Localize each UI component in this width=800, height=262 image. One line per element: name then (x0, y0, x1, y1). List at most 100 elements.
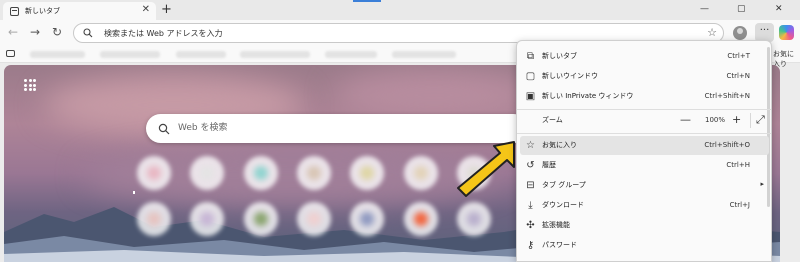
favorite-item[interactable] (240, 51, 310, 58)
menu-item-label: パスワード (542, 241, 577, 249)
quick-link-tile[interactable] (137, 202, 171, 236)
background-cloud (334, 70, 534, 120)
new-tab-icon: ⧉ (526, 51, 535, 62)
menu-item-extensions[interactable]: ✣ 拡張機能 (520, 216, 769, 235)
key-icon: ⚷ (526, 240, 535, 251)
new-window-icon: ▢ (525, 71, 536, 82)
menu-item-label: 履歴 (542, 161, 556, 169)
favorite-item[interactable] (100, 51, 160, 58)
new-tab-plus-icon[interactable]: + (161, 2, 172, 17)
title-bar: 新しいタブ ✕ + — ▢ ✕ (0, 0, 800, 20)
tab-title: 新しいタブ (25, 7, 60, 15)
copilot-icon[interactable] (779, 25, 794, 40)
quick-link-tile[interactable] (190, 156, 224, 190)
history-icon: ↺ (526, 160, 535, 171)
zoom-value: 100% (705, 116, 726, 124)
menu-item-downloads[interactable]: ⤓ ダウンロード Ctrl+J (520, 196, 769, 215)
quick-link-tile[interactable] (190, 202, 224, 236)
search-placeholder: Web を検索 (178, 123, 228, 133)
quick-link-favicon (200, 212, 214, 226)
favorite-item[interactable] (30, 51, 85, 58)
favorite-item[interactable] (392, 51, 456, 58)
restore-button[interactable]: ▢ (737, 3, 746, 15)
menu-item-history[interactable]: ↺ 履歴 Ctrl+H (520, 156, 769, 175)
submenu-chevron-icon: ▸ (760, 180, 764, 188)
menu-item-new-window[interactable]: ▢ 新しいウインドウ Ctrl+N (520, 67, 769, 86)
menu-item-tab-groups[interactable]: ⊟ タブ グループ ▸ (520, 176, 769, 195)
favorite-item[interactable] (176, 51, 226, 58)
quick-link-tile[interactable] (350, 202, 384, 236)
menu-item-label: 新しいウインドウ (542, 72, 598, 80)
quick-link-tile[interactable] (350, 156, 384, 190)
menu-item-label: 新しい InPrivate ウィンドウ (542, 92, 634, 100)
close-tab-icon[interactable]: ✕ (142, 4, 150, 16)
quick-link-tile[interactable] (244, 156, 278, 190)
menu-item-new-inprivate-window[interactable]: ▣ 新しい InPrivate ウィンドウ Ctrl+Shift+N (520, 87, 769, 106)
quick-link-favicon (147, 212, 161, 226)
quick-link-favicon (360, 166, 374, 180)
quick-link-tile[interactable] (137, 156, 171, 190)
inprivate-icon: ▣ (525, 91, 536, 102)
menu-item-label: 拡張機能 (542, 221, 570, 229)
menu-item-shortcut: Ctrl+H (726, 161, 750, 169)
quick-link-favicon (307, 166, 321, 180)
quick-link-tile[interactable] (297, 202, 331, 236)
add-favorite-star-icon[interactable]: ☆ (707, 26, 717, 40)
refresh-icon[interactable]: ↻ (52, 25, 62, 39)
quick-link-favicon (147, 166, 161, 180)
tab-new-tab[interactable]: 新しいタブ ✕ (3, 2, 156, 20)
tab-groups-icon: ⊟ (526, 180, 535, 191)
menu-item-zoom: ズーム — 100% + ⤢ (520, 111, 769, 130)
download-icon: ⤓ (528, 200, 533, 211)
window-drag-indicator (353, 0, 381, 2)
menu-item-shortcut: Ctrl+Shift+N (704, 92, 750, 100)
quick-link-favicon (254, 212, 268, 226)
menu-item-shortcut: Ctrl+N (726, 72, 750, 80)
menu-item-label: 新しいタブ (542, 52, 577, 60)
favorites-app-icon[interactable] (6, 50, 15, 57)
settings-menu: ⧉ 新しいタブ Ctrl+T ▢ 新しいウインドウ Ctrl+N ▣ 新しい I… (516, 40, 772, 262)
favorite-item[interactable] (325, 51, 377, 58)
menu-item-shortcut: Ctrl+Shift+O (704, 141, 750, 149)
menu-item-shortcut: Ctrl+J (729, 201, 750, 209)
new-tab-page-icon (10, 6, 19, 16)
back-arrow-icon[interactable]: ← (8, 25, 18, 39)
quick-link-favicon (414, 166, 428, 180)
menu-item-label: タブ グループ (542, 181, 586, 189)
text-cursor (133, 191, 135, 194)
menu-item-new-tab[interactable]: ⧉ 新しいタブ Ctrl+T (520, 47, 769, 66)
quick-link-tile[interactable] (457, 202, 491, 236)
quick-link-favicon (360, 212, 374, 226)
zoom-label: ズーム (542, 116, 563, 124)
yellow-arrow-annotation (457, 141, 515, 197)
quick-link-tile[interactable] (297, 156, 331, 190)
close-window-button[interactable]: ✕ (775, 3, 783, 15)
zoom-out-button[interactable]: — (680, 114, 691, 126)
address-placeholder: 検索または Web アドレスを入力 (104, 29, 223, 38)
menu-item-label: お気に入り (542, 141, 577, 149)
forward-arrow-icon[interactable]: → (30, 25, 40, 39)
quick-link-tile[interactable] (404, 202, 438, 236)
apps-launcher-icon[interactable] (24, 79, 36, 91)
quick-link-tile[interactable] (244, 202, 278, 236)
menu-separator (517, 109, 771, 110)
extensions-icon: ✣ (526, 220, 535, 231)
menu-item-favorites[interactable]: ☆ お気に入り Ctrl+Shift+O (520, 136, 769, 155)
menu-item-label: ダウンロード (542, 201, 584, 209)
fullscreen-icon[interactable]: ⤢ (756, 114, 765, 126)
quick-link-favicon (414, 212, 428, 226)
menu-item-passwords[interactable]: ⚷ パスワード (520, 236, 769, 255)
quick-link-favicon (307, 212, 321, 226)
favorites-star-icon: ☆ (526, 140, 535, 151)
profile-avatar[interactable] (733, 26, 747, 40)
minimize-button[interactable]: — (700, 3, 709, 15)
zoom-divider (750, 113, 751, 128)
quick-link-favicon (467, 212, 481, 226)
quick-link-favicon (200, 166, 214, 180)
search-icon (83, 28, 93, 38)
menu-item-shortcut: Ctrl+T (727, 52, 750, 60)
quick-link-tile[interactable] (404, 156, 438, 190)
quick-link-favicon (254, 166, 268, 180)
zoom-in-button[interactable]: + (732, 114, 741, 126)
search-icon (158, 123, 170, 135)
